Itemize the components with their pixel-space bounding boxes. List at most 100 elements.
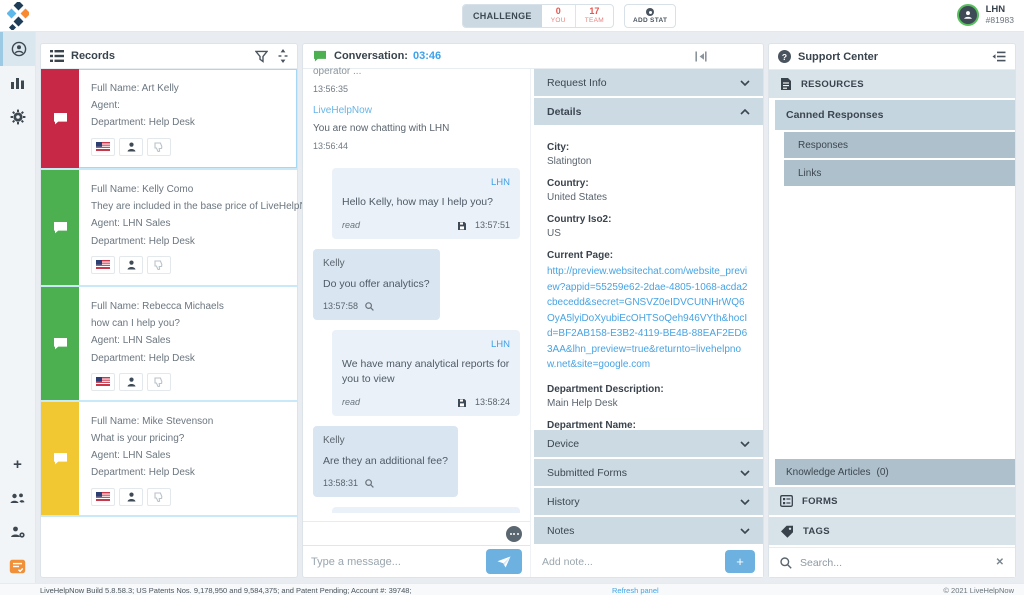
- message-text: Do you offer analytics?: [323, 277, 430, 292]
- section-label: Device: [547, 438, 579, 450]
- message-time: 13:58:31: [323, 477, 358, 490]
- record-item[interactable]: Full Name: Rebecca Michaels how can I he…: [41, 287, 297, 402]
- record-preview: how can I help you?: [91, 315, 287, 332]
- record-item[interactable]: Full Name: Mike Stevenson What is your p…: [41, 402, 297, 517]
- user-menu[interactable]: LHN #81983: [957, 4, 1014, 26]
- challenge-you-stat: 0 YOU: [542, 5, 575, 27]
- rail-item-visitors[interactable]: [0, 32, 35, 66]
- section-notes[interactable]: Notes: [534, 517, 763, 546]
- flag-button[interactable]: [91, 256, 115, 274]
- status-bar: LiveHelpNow Build 5.8.58.3; US Patents N…: [0, 583, 1024, 595]
- sort-divider-icon[interactable]: [278, 49, 288, 63]
- visitor-button[interactable]: [119, 373, 143, 391]
- send-button[interactable]: [486, 549, 522, 574]
- chat-bubble-icon: [53, 337, 68, 350]
- section-device[interactable]: Device: [534, 430, 763, 459]
- tags-item[interactable]: TAGS: [769, 517, 1015, 547]
- resources-item[interactable]: RESOURCES: [769, 70, 1015, 100]
- record-department: Department: Help Desk: [91, 114, 287, 131]
- chat-options-button[interactable]: [506, 526, 522, 542]
- section-request-info[interactable]: Request Info: [534, 69, 763, 98]
- knowledge-articles-label: Knowledge Articles: [786, 467, 871, 478]
- section-history[interactable]: History: [534, 488, 763, 517]
- details-content[interactable]: City: Slatington Country: United States …: [534, 127, 763, 430]
- forms-icon: [780, 495, 793, 507]
- rail-item-agent-settings[interactable]: [0, 515, 35, 549]
- field-label: Department Description:: [547, 384, 749, 395]
- conversation-timer[interactable]: 03:46: [413, 50, 441, 62]
- visitor-button[interactable]: [119, 138, 143, 156]
- support-center-header: ? Support Center: [769, 44, 1015, 70]
- us-flag-icon: [96, 260, 110, 269]
- record-preview: They are included in the base price of L…: [91, 198, 322, 215]
- toc-icon[interactable]: [992, 51, 1006, 62]
- chevron-down-icon: [740, 80, 750, 86]
- clear-search-icon[interactable]: ✕: [996, 557, 1004, 568]
- flag-button[interactable]: [91, 488, 115, 506]
- avatar: [957, 4, 979, 26]
- add-note-input[interactable]: [542, 556, 717, 568]
- message-time: 13:57:51: [475, 219, 510, 232]
- flag-button[interactable]: [91, 373, 115, 391]
- record-agent: Agent:: [91, 97, 287, 114]
- responses-label: Responses: [798, 140, 848, 151]
- rate-button[interactable]: [147, 373, 171, 391]
- record-department: Department: Help Desk: [91, 464, 287, 481]
- rate-button[interactable]: [147, 138, 171, 156]
- magnifier-icon[interactable]: [365, 302, 374, 311]
- responses-item[interactable]: Responses: [784, 132, 1015, 160]
- message-sender: LHN: [342, 176, 510, 190]
- add-stat-icon: [646, 8, 654, 16]
- chat-column: operator ... 13:56:35 LiveHelpNow You ar…: [303, 69, 531, 577]
- document-icon: [780, 77, 792, 91]
- save-icon[interactable]: [457, 398, 467, 408]
- save-icon[interactable]: [457, 221, 467, 231]
- help-icon: ?: [778, 50, 791, 63]
- chevron-down-icon: [740, 528, 750, 534]
- rail-item-settings[interactable]: [0, 100, 35, 134]
- rail-item-reports[interactable]: [0, 66, 35, 100]
- you-value: 0: [556, 7, 561, 16]
- visitor-button[interactable]: [119, 488, 143, 506]
- record-item[interactable]: Full Name: Kelly Como They are included …: [41, 170, 297, 287]
- magnifier-icon[interactable]: [365, 479, 374, 488]
- support-search-input[interactable]: [800, 557, 988, 569]
- chat-bubble-icon: [313, 50, 327, 62]
- challenge-box: CHALLENGE 0 YOU 17 TEAM: [462, 4, 614, 28]
- chat-transcript[interactable]: operator ... 13:56:35 LiveHelpNow You ar…: [303, 64, 530, 513]
- records-header: Records: [41, 44, 297, 69]
- challenge-button[interactable]: CHALLENGE: [463, 5, 542, 27]
- logo-diamonds-icon: [7, 2, 29, 30]
- system-timestamp: 13:56:35: [313, 84, 520, 94]
- forms-item[interactable]: FORMS: [769, 487, 1015, 517]
- resources-label: RESOURCES: [801, 79, 864, 90]
- livehelpnow-logo[interactable]: [0, 2, 36, 30]
- message-input[interactable]: [311, 556, 478, 568]
- us-flag-icon: [96, 142, 110, 151]
- filter-icon[interactable]: [255, 50, 268, 63]
- bar-chart-icon: [10, 76, 25, 90]
- record-item[interactable]: Full Name: Art Kelly Agent: Department: …: [41, 69, 297, 170]
- current-page-link[interactable]: http://preview.websitechat.com/website_p…: [547, 264, 749, 373]
- section-submitted-forms[interactable]: Submitted Forms: [534, 459, 763, 488]
- rate-button[interactable]: [147, 488, 171, 506]
- add-note-button[interactable]: +: [725, 550, 755, 573]
- visitor-button[interactable]: [119, 256, 143, 274]
- add-stat-button[interactable]: ADD STAT: [624, 4, 676, 28]
- rail-item-team[interactable]: [0, 481, 35, 515]
- refresh-panel-link[interactable]: Refresh panel: [612, 586, 659, 595]
- rail-item-surveys[interactable]: [0, 549, 35, 583]
- section-details[interactable]: Details: [534, 98, 763, 127]
- field-value: Slatington: [547, 156, 749, 167]
- flag-button[interactable]: [91, 138, 115, 156]
- field-value: Main Help Desk: [547, 398, 749, 409]
- knowledge-articles-item[interactable]: Knowledge Articles (0): [775, 459, 1015, 487]
- collapse-details-icon[interactable]: [695, 51, 707, 62]
- links-item[interactable]: Links: [784, 160, 1015, 188]
- message-text: Hello Kelly, how may I help you?: [342, 195, 510, 210]
- rail-item-add[interactable]: +: [0, 447, 35, 481]
- field-label: City:: [547, 142, 749, 153]
- details-column: Request Info Details City: Slatington Co…: [531, 69, 763, 577]
- rate-button[interactable]: [147, 256, 171, 274]
- canned-responses-item[interactable]: Canned Responses: [775, 100, 1015, 132]
